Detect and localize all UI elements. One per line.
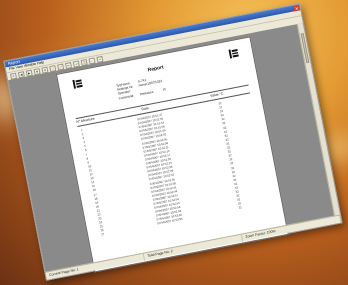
report-viewer-window: Report ✕ File View Window Help ⎙ ◀ ▶ ⊕ ⊖ □ ⤢ ⇤ ⇥… — [3, 3, 343, 281]
meta-extra: Pr — [162, 86, 167, 92]
meta-value: Releases — [139, 89, 154, 96]
